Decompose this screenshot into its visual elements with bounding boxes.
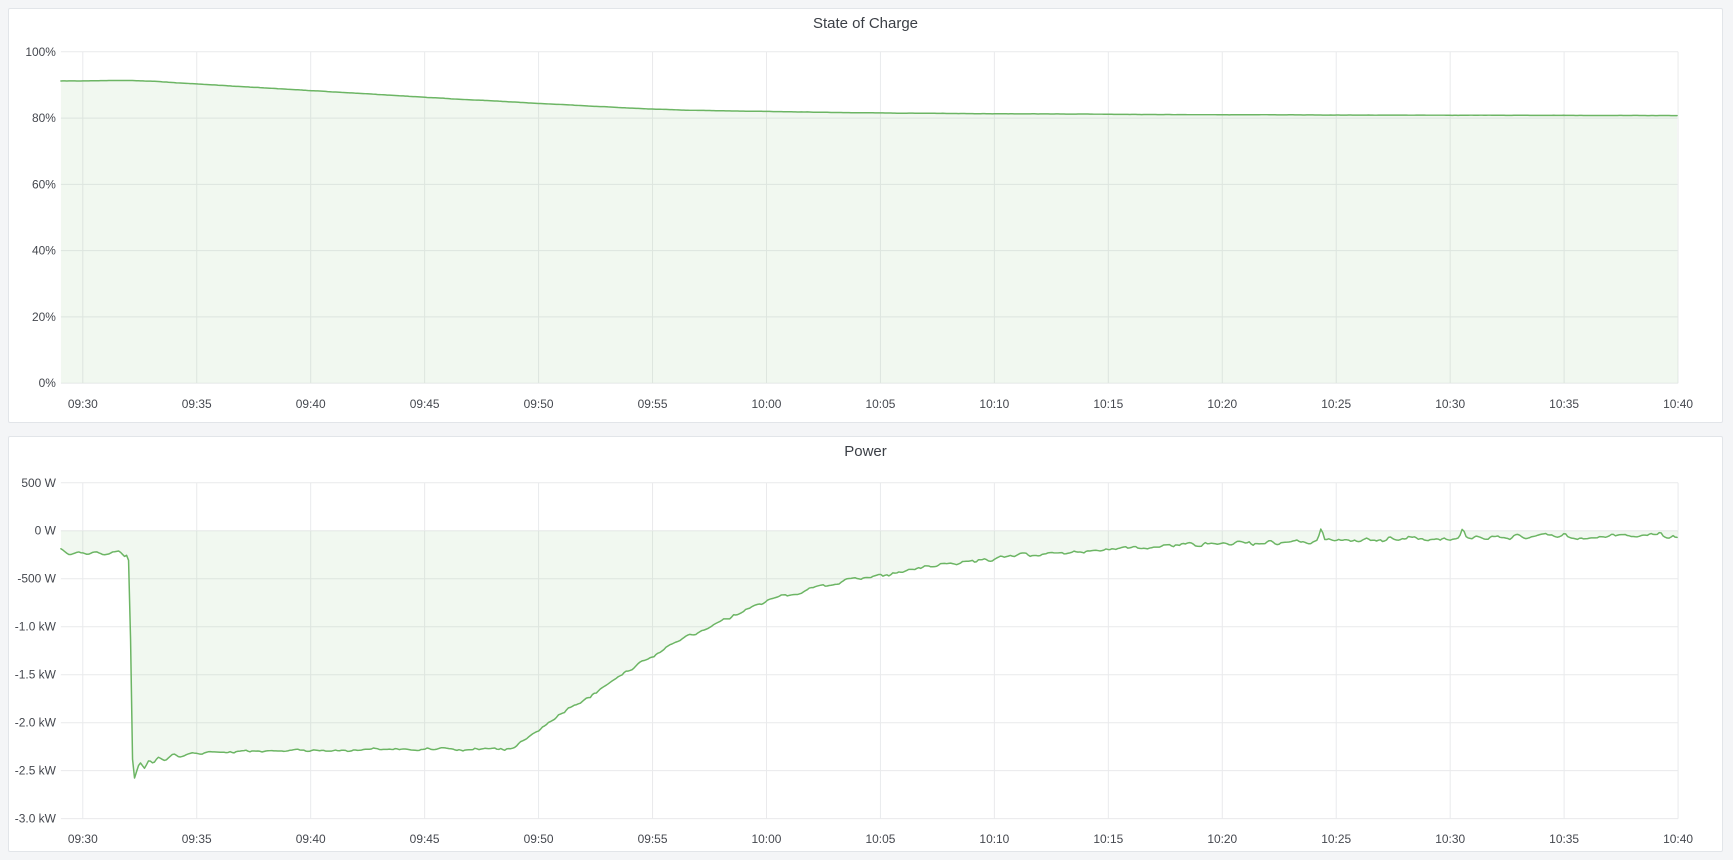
x-axis-tick-label: 10:25 [1321, 397, 1351, 411]
x-axis-tick-label: 09:35 [182, 397, 212, 411]
power-chart[interactable]: 500 W 0 W -500 W -1.0 kW -1.5 kW -2.0 kW -2.5 … [9, 437, 1722, 851]
y-axis-tick-label: -500 W [17, 572, 56, 586]
x-axis-tick-label: 09:30 [68, 397, 98, 411]
x-axis-tick-label: 10:30 [1435, 397, 1465, 411]
y-axis-tick-label: 0 W [35, 524, 57, 538]
x-axis-tick-label: 09:45 [410, 397, 440, 411]
y-axis-tick-label: 40% [32, 244, 56, 258]
y-axis-tick-label: 80% [32, 111, 56, 125]
y-axis-tick-label: -2.0 kW [15, 716, 57, 730]
panel-power: Power 500 W0 W-500 W-1.0 kW-1.5 kW-2.0 k… [8, 436, 1723, 852]
x-axis-tick-label: 10:05 [865, 832, 895, 846]
x-axis-tick-label: 10:05 [865, 397, 895, 411]
x-axis-tick-label: 10:40 [1663, 397, 1693, 411]
x-axis-tick-label: 09:40 [296, 397, 326, 411]
x-axis-tick-label: 09:45 [410, 832, 440, 846]
x-axis-tick-label: 10:35 [1549, 397, 1579, 411]
x-axis-tick-label: 10:00 [752, 397, 782, 411]
x-axis-tick-label: 10:00 [752, 832, 782, 846]
x-axis-tick-label: 10:10 [979, 397, 1009, 411]
y-axis-tick-label: -2.5 kW [15, 764, 57, 778]
x-axis-tick-label: 10:10 [979, 832, 1009, 846]
x-axis-tick-label: 09:50 [524, 832, 554, 846]
series-area-fill [61, 529, 1678, 778]
x-axis-tick-label: 09:50 [524, 397, 554, 411]
x-axis-tick-label: 09:30 [68, 832, 98, 846]
y-axis-tick-label: 500 W [21, 476, 56, 490]
x-axis-tick-label: 09:35 [182, 832, 212, 846]
y-axis-tick-label: -1.0 kW [15, 620, 57, 634]
y-axis-tick-label: -1.5 kW [15, 668, 57, 682]
x-axis-tick-label: 10:20 [1207, 397, 1237, 411]
x-axis-tick-label: 10:15 [1093, 397, 1123, 411]
state-of-charge-chart[interactable]: 100% 80% 60% 40% 20% 0% 09:30 09:35 09:40 09:45 09… [9, 9, 1722, 422]
x-axis-tick-label: 10:15 [1093, 832, 1123, 846]
x-axis-tick-label: 10:20 [1207, 832, 1237, 846]
series-area-fill [61, 80, 1678, 383]
y-axis-tick-label: -3.0 kW [15, 812, 57, 826]
panel-state-of-charge: State of Charge 100%80%60%40%20%0%09:300… [8, 8, 1723, 423]
x-axis-tick-label: 10:40 [1663, 832, 1693, 846]
x-axis-tick-label: 10:25 [1321, 832, 1351, 846]
x-axis-tick-label: 10:30 [1435, 832, 1465, 846]
x-axis-tick-label: 09:55 [638, 832, 668, 846]
y-axis-tick-label: 100% [25, 45, 56, 59]
x-axis-tick-label: 09:55 [638, 397, 668, 411]
y-axis-tick-label: 20% [32, 310, 56, 324]
x-axis-tick-label: 10:35 [1549, 832, 1579, 846]
y-axis-tick-label: 0% [39, 376, 57, 390]
grafana-dashboard: { "colors": { "page_bg": "#f4f5f7", "pan… [0, 0, 1733, 860]
x-axis-tick-label: 09:40 [296, 832, 326, 846]
y-axis-tick-label: 60% [32, 177, 56, 191]
